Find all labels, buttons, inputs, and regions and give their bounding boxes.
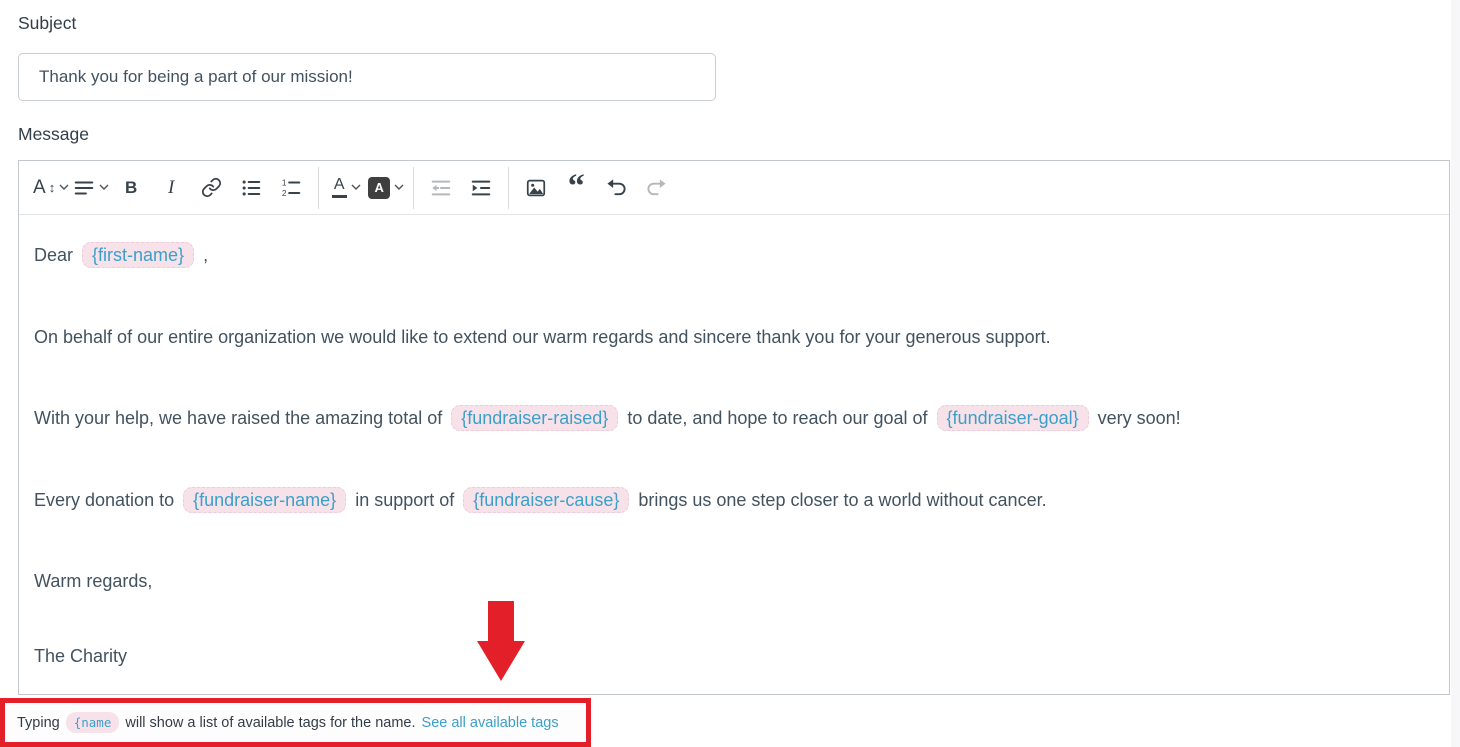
hint-prefix: Typing (17, 715, 60, 731)
bulleted-list-icon (240, 177, 262, 199)
bulleted-list-button[interactable] (231, 168, 271, 208)
text-run: Dear (34, 245, 78, 265)
message-editor: A ↕ B I (18, 160, 1450, 695)
text-alignment-button[interactable] (71, 168, 111, 208)
merge-tag-fundraiser-cause[interactable]: {fundraiser-cause} (463, 487, 629, 513)
hint-tag-example: {name (66, 712, 120, 733)
message-label: Message (18, 124, 89, 145)
merge-tag-fundraiser-goal[interactable]: {fundraiser-goal} (937, 405, 1089, 431)
page-edge (1451, 0, 1460, 747)
paragraph-thanks: On behalf of our entire organization we … (34, 326, 1434, 349)
italic-button[interactable]: I (151, 168, 191, 208)
outdent-icon (430, 177, 452, 199)
text-run: to date, and hope to reach our goal of (622, 408, 932, 428)
merge-tag-fundraiser-raised[interactable]: {fundraiser-raised} (451, 405, 618, 431)
hint-text: will show a list of available tags for t… (125, 715, 415, 731)
indent-button[interactable] (461, 168, 501, 208)
svg-text:1: 1 (282, 178, 287, 187)
paragraph-impact: Every donation to {fundraiser-name} in s… (34, 489, 1434, 512)
text-run: very soon! (1093, 408, 1181, 428)
toolbar-separator (318, 167, 319, 209)
chevron-down-icon (351, 184, 361, 191)
outdent-button[interactable] (421, 168, 461, 208)
see-all-available-tags-link[interactable]: See all available tags (422, 715, 559, 731)
text-run: With your help, we have raised the amazi… (34, 408, 447, 428)
block-quote-icon: “ (568, 180, 585, 196)
redo-button[interactable] (636, 168, 676, 208)
font-color-button[interactable]: A (326, 168, 366, 208)
link-button[interactable] (191, 168, 231, 208)
message-body[interactable]: Dear {first-name} , On behalf of our ent… (19, 215, 1449, 667)
text-run: , (198, 245, 208, 265)
redo-icon (645, 177, 668, 198)
subject-input[interactable] (18, 53, 716, 101)
font-color-icon: A (332, 177, 347, 198)
text-run: brings us one step closer to a world wit… (633, 490, 1046, 510)
text-run: Every donation to (34, 490, 179, 510)
link-icon (201, 177, 222, 198)
numbered-list-button[interactable]: 1 2 (271, 168, 311, 208)
numbered-list-icon: 1 2 (280, 177, 302, 199)
text-run: The Charity (34, 646, 127, 666)
background-color-button[interactable]: A (366, 168, 406, 208)
red-down-arrow-annotation (477, 601, 525, 681)
undo-button[interactable] (596, 168, 636, 208)
font-size-button[interactable]: A ↕ (31, 168, 71, 208)
merge-tag-first-name[interactable]: {first-name} (82, 242, 194, 268)
text-run: Warm regards, (34, 571, 152, 591)
chevron-down-icon (99, 184, 109, 191)
background-color-icon: A (368, 177, 390, 199)
paragraph-signoff: Warm regards, (34, 570, 1434, 593)
undo-icon (605, 177, 628, 198)
indent-icon (470, 177, 492, 199)
font-size-updown-icon: ↕ (49, 181, 56, 194)
insert-image-button[interactable] (516, 168, 556, 208)
email-editor-page: Subject Message A ↕ B I (0, 0, 1460, 747)
font-size-icon: A (33, 178, 46, 197)
chevron-down-icon (394, 184, 404, 191)
tag-hint-callout: Typing {name will show a list of availab… (0, 698, 591, 747)
text-alignment-icon (73, 177, 95, 199)
insert-image-icon (525, 177, 547, 199)
editor-toolbar: A ↕ B I (19, 161, 1449, 215)
bold-button[interactable]: B (111, 168, 151, 208)
paragraph-signature: The Charity (34, 645, 1434, 668)
paragraph-greeting: Dear {first-name} , (34, 244, 1434, 267)
subject-label: Subject (18, 13, 76, 34)
toolbar-separator (413, 167, 414, 209)
block-quote-button[interactable]: “ (556, 168, 596, 208)
chevron-down-icon (59, 184, 69, 191)
merge-tag-fundraiser-name[interactable]: {fundraiser-name} (183, 487, 346, 513)
italic-icon: I (168, 178, 174, 197)
toolbar-separator (508, 167, 509, 209)
svg-text:2: 2 (282, 188, 287, 197)
text-run: in support of (350, 490, 459, 510)
text-run: On behalf of our entire organization we … (34, 327, 1051, 347)
paragraph-progress: With your help, we have raised the amazi… (34, 407, 1434, 430)
bold-icon: B (125, 179, 137, 196)
